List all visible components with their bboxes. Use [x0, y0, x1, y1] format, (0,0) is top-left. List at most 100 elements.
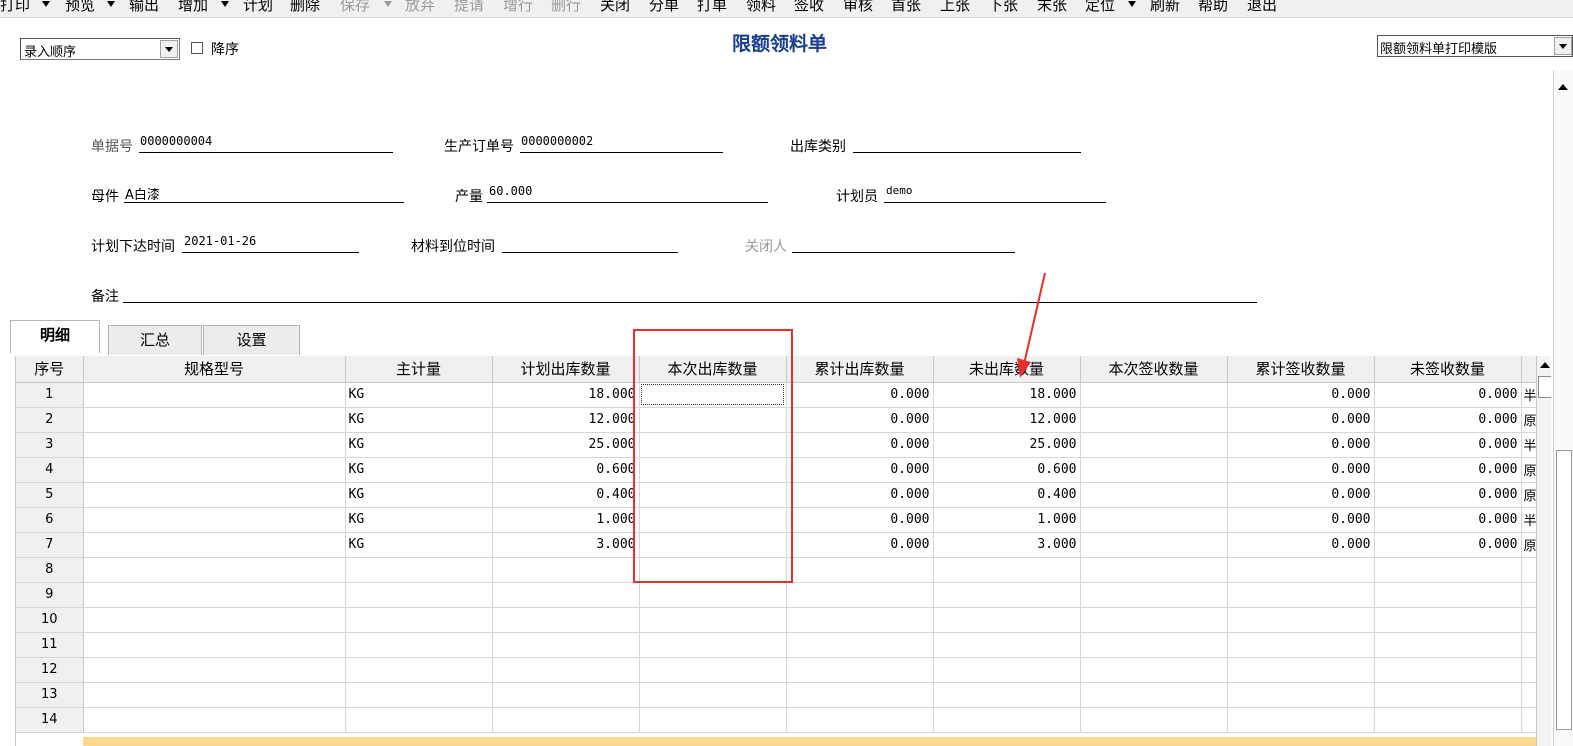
- col-header-cum-out-qty[interactable]: 累计出库数量: [786, 356, 934, 383]
- cell-spec[interactable]: [83, 607, 346, 633]
- cell-not-sign-qty[interactable]: [1374, 707, 1522, 733]
- discard-button[interactable]: 放弃: [405, 0, 435, 16]
- refresh-button[interactable]: 刷新: [1150, 0, 1180, 16]
- previous-record-button[interactable]: 上张: [940, 0, 970, 16]
- cell-this-sign-qty[interactable]: [1080, 507, 1228, 533]
- cell-this-sign-qty[interactable]: [1080, 532, 1228, 558]
- sort-order-select[interactable]: 录入顺序: [20, 38, 180, 60]
- col-header-no[interactable]: 序号: [16, 356, 84, 383]
- first-record-button[interactable]: 首张: [891, 0, 921, 16]
- cell-this-sign-qty[interactable]: [1080, 582, 1228, 608]
- cell-plan-qty[interactable]: 3.000: [492, 532, 640, 558]
- export-button[interactable]: 输出: [129, 0, 159, 16]
- cell-this-sign-qty[interactable]: [1080, 632, 1228, 658]
- col-header-not-sign-qty[interactable]: 未签收数量: [1374, 356, 1522, 383]
- table-row[interactable]: 9: [16, 582, 1541, 608]
- cell-this-out-qty[interactable]: [639, 657, 787, 683]
- cell-not-out-qty[interactable]: [933, 557, 1081, 583]
- add-dropdown-icon[interactable]: [221, 1, 229, 7]
- cell-plan-qty[interactable]: 25.000: [492, 432, 640, 458]
- cell-unit[interactable]: [345, 557, 493, 583]
- cell-not-sign-qty[interactable]: 0.000: [1374, 507, 1522, 533]
- cell-unit[interactable]: KG: [345, 432, 493, 458]
- cell-cum-out-qty[interactable]: 0.000: [786, 432, 934, 458]
- cell-spec[interactable]: [83, 582, 346, 608]
- cell-not-out-qty[interactable]: 1.000: [933, 507, 1081, 533]
- cell-cum-sign-qty[interactable]: 0.000: [1227, 432, 1375, 458]
- last-record-button[interactable]: 末张: [1037, 0, 1067, 16]
- cell-cum-out-qty[interactable]: 0.000: [786, 507, 934, 533]
- cell-not-sign-qty[interactable]: [1374, 657, 1522, 683]
- row-number[interactable]: 14: [16, 707, 84, 733]
- cell-cum-sign-qty[interactable]: [1227, 607, 1375, 633]
- cell-not-out-qty[interactable]: [933, 632, 1081, 658]
- col-header-this-sign-qty[interactable]: 本次签收数量: [1080, 356, 1228, 383]
- help-button[interactable]: 帮助: [1198, 0, 1228, 16]
- cell-not-out-qty[interactable]: 12.000: [933, 407, 1081, 433]
- cell-not-out-qty[interactable]: [933, 582, 1081, 608]
- exit-button[interactable]: 退出: [1247, 0, 1277, 16]
- scroll-up-icon[interactable]: [1540, 362, 1550, 368]
- cell-plan-qty[interactable]: [492, 582, 640, 608]
- cell-not-sign-qty[interactable]: 0.000: [1374, 532, 1522, 558]
- cell-not-sign-qty[interactable]: 0.000: [1374, 457, 1522, 483]
- cell-cum-sign-qty[interactable]: 0.000: [1227, 457, 1375, 483]
- grid-scrollbar-thumb[interactable]: [1538, 376, 1551, 398]
- cell-spec[interactable]: [83, 507, 346, 533]
- cell-cum-sign-qty[interactable]: 0.000: [1227, 532, 1375, 558]
- cell-cum-out-qty[interactable]: 0.000: [786, 532, 934, 558]
- cell-not-out-qty[interactable]: 3.000: [933, 532, 1081, 558]
- cell-spec[interactable]: [83, 382, 346, 408]
- cell-cum-sign-qty[interactable]: 0.000: [1227, 507, 1375, 533]
- cell-not-sign-qty[interactable]: 0.000: [1374, 407, 1522, 433]
- cell-plan-qty[interactable]: 12.000: [492, 407, 640, 433]
- row-number[interactable]: 11: [16, 632, 84, 658]
- cell-not-sign-qty[interactable]: 0.000: [1374, 382, 1522, 408]
- row-number[interactable]: 6: [16, 507, 84, 533]
- row-number[interactable]: 13: [16, 682, 84, 708]
- cell-spec[interactable]: [83, 432, 346, 458]
- cell-not-out-qty[interactable]: 25.000: [933, 432, 1081, 458]
- parent-item-field[interactable]: [124, 202, 404, 203]
- cell-unit[interactable]: [345, 707, 493, 733]
- cell-this-sign-qty[interactable]: [1080, 557, 1228, 583]
- cell-plan-qty[interactable]: [492, 707, 640, 733]
- cell-spec[interactable]: [83, 557, 346, 583]
- cell-spec[interactable]: [83, 657, 346, 683]
- cell-this-sign-qty[interactable]: [1080, 607, 1228, 633]
- col-header-spec[interactable]: 规格型号: [83, 356, 346, 383]
- cell-this-out-qty[interactable]: [639, 707, 787, 733]
- doc-no-field[interactable]: [139, 152, 393, 153]
- cell-not-out-qty[interactable]: 0.600: [933, 457, 1081, 483]
- col-header-plan-qty[interactable]: 计划出库数量: [492, 356, 640, 383]
- cell-this-sign-qty[interactable]: [1080, 657, 1228, 683]
- cell-unit[interactable]: [345, 682, 493, 708]
- cell-this-sign-qty[interactable]: [1080, 707, 1228, 733]
- sign-button[interactable]: 签收: [794, 0, 824, 16]
- cell-cum-out-qty[interactable]: 0.000: [786, 382, 934, 408]
- output-qty-field[interactable]: [487, 202, 768, 203]
- scrollbar-thumb[interactable]: [1556, 450, 1572, 730]
- col-header-not-out-qty[interactable]: 未出库数量: [933, 356, 1081, 383]
- cell-plan-qty[interactable]: [492, 657, 640, 683]
- cell-this-sign-qty[interactable]: [1080, 682, 1228, 708]
- print-button[interactable]: 打印: [0, 0, 30, 16]
- cell-this-out-qty[interactable]: [639, 582, 787, 608]
- table-row[interactable]: 13: [16, 682, 1541, 708]
- table-row[interactable]: 11: [16, 632, 1541, 658]
- preview-button[interactable]: 预览: [65, 0, 95, 16]
- scroll-up-icon[interactable]: [1558, 84, 1568, 90]
- cell-this-sign-qty[interactable]: [1080, 432, 1228, 458]
- cell-not-out-qty[interactable]: 18.000: [933, 382, 1081, 408]
- cell-not-sign-qty[interactable]: [1374, 682, 1522, 708]
- pick-material-button[interactable]: 领料: [746, 0, 776, 16]
- grid-scrollbar[interactable]: [1536, 356, 1551, 746]
- row-number[interactable]: 10: [16, 607, 84, 633]
- cell-cum-out-qty[interactable]: 0.000: [786, 407, 934, 433]
- cell-not-out-qty[interactable]: 0.400: [933, 482, 1081, 508]
- cell-cum-out-qty[interactable]: [786, 557, 934, 583]
- cell-cum-sign-qty[interactable]: [1227, 632, 1375, 658]
- row-number[interactable]: 12: [16, 657, 84, 683]
- cell-plan-qty[interactable]: 0.400: [492, 482, 640, 508]
- save-dropdown-icon[interactable]: [384, 1, 392, 7]
